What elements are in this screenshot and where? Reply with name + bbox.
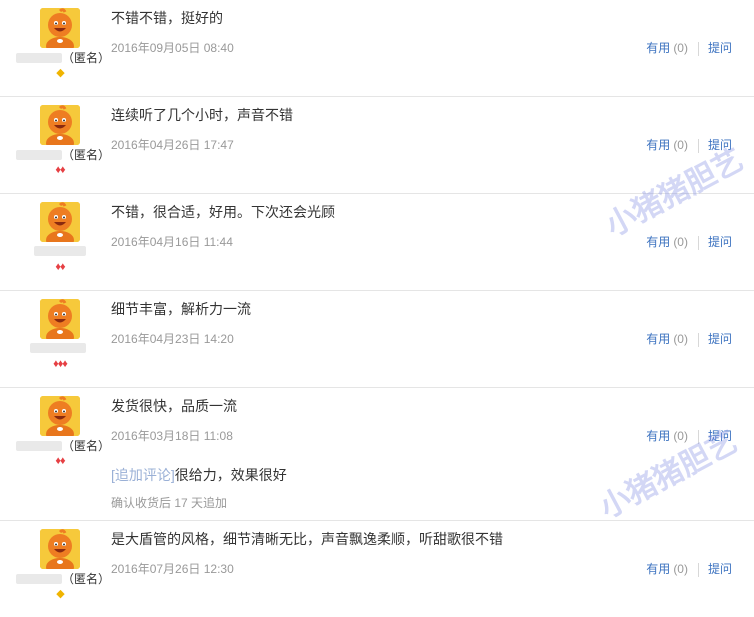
divider — [697, 332, 699, 347]
review-actions: 有用 (0) 提问 — [646, 233, 732, 250]
review-item: ♦♦ 不错，很合适，好用。下次还会光顾 2016年04月16日 11:44 有用… — [0, 194, 754, 291]
ask-question-button[interactable]: 提问 — [708, 332, 732, 346]
member-level-badge: ♦♦ — [55, 455, 65, 467]
avatar[interactable] — [40, 396, 80, 436]
ask-question-button[interactable]: 提问 — [708, 429, 732, 443]
useful-count: (0) — [673, 429, 688, 443]
review-item: （匿名） ♦♦ 连续听了几个小时，声音不错 2016年04月26日 17:47 … — [0, 97, 754, 194]
reviewer-name: （匿名） — [16, 146, 110, 163]
masked-username — [16, 440, 62, 451]
review-text: 不错不错，挺好的 — [111, 10, 223, 26]
append-review-text: 很给力，效果很好 — [174, 467, 287, 483]
divider — [697, 138, 699, 153]
mascot-icon — [40, 529, 80, 569]
review-actions: 有用 (0) 提问 — [646, 39, 732, 56]
review-date: 2016年04月23日 14:20 — [111, 332, 234, 346]
review-text: 不错，很合适，好用。下次还会光顾 — [111, 204, 335, 220]
avatar[interactable] — [40, 202, 80, 242]
review-date: 2016年03月18日 11:08 — [111, 429, 233, 443]
mascot-icon — [40, 299, 80, 339]
mascot-icon — [40, 105, 80, 145]
member-level-badge: ◆ — [56, 67, 64, 79]
masked-username — [34, 245, 86, 256]
review-actions: 有用 (0) 提问 — [646, 136, 732, 153]
avatar[interactable] — [40, 299, 80, 339]
avatar[interactable] — [40, 105, 80, 145]
member-level-badge: ♦♦♦ — [53, 358, 68, 370]
reviewer-name — [30, 340, 120, 355]
masked-username — [16, 149, 62, 160]
useful-button[interactable]: 有用 — [646, 138, 670, 152]
useful-button[interactable]: 有用 — [646, 562, 670, 576]
review-text: 细节丰富，解析力一流 — [111, 301, 251, 317]
review-date: 2016年09月05日 08:40 — [111, 41, 234, 55]
useful-count: (0) — [673, 235, 688, 249]
review-text: 是大盾管的风格，细节清晰无比，声音飘逸柔顺，听甜歌很不错 — [111, 531, 503, 547]
review-date: 2016年04月16日 11:44 — [111, 235, 233, 249]
mascot-icon — [40, 396, 80, 436]
review-text: 发货很快，品质一流 — [111, 398, 237, 414]
member-level-badge: ♦♦ — [55, 261, 65, 273]
member-level-badge: ♦♦ — [55, 164, 65, 176]
useful-button[interactable]: 有用 — [646, 41, 670, 55]
useful-button[interactable]: 有用 — [646, 332, 670, 346]
review-actions: 有用 (0) 提问 — [646, 427, 732, 444]
useful-count: (0) — [673, 138, 688, 152]
useful-count: (0) — [673, 332, 688, 346]
avatar[interactable] — [40, 529, 80, 569]
review-date: 2016年07月26日 12:30 — [111, 562, 234, 576]
review-actions: 有用 (0) 提问 — [646, 330, 732, 347]
review-item: （匿名） ◆ 是大盾管的风格，细节清晰无比，声音飘逸柔顺，听甜歌很不错 2016… — [0, 521, 754, 617]
divider — [697, 562, 699, 577]
ask-question-button[interactable]: 提问 — [708, 138, 732, 152]
divider — [697, 235, 699, 250]
useful-count: (0) — [673, 41, 688, 55]
review-text: 连续听了几个小时，声音不错 — [111, 107, 293, 123]
reviewer-name: （匿名） — [16, 437, 110, 454]
review-list: （匿名） ◆ 不错不错，挺好的 2016年09月05日 08:40 有用 (0) 提… — [0, 0, 754, 617]
useful-button[interactable]: 有用 — [646, 235, 670, 249]
append-review-tag: [追加评论] — [111, 467, 175, 483]
member-level-badge: ◆ — [56, 588, 64, 600]
review-item: （匿名） ◆ 不错不错，挺好的 2016年09月05日 08:40 有用 (0) 提… — [0, 0, 754, 97]
ask-question-button[interactable]: 提问 — [708, 41, 732, 55]
ask-question-button[interactable]: 提问 — [708, 235, 732, 249]
reviewer-name: （匿名） — [16, 49, 110, 66]
useful-button[interactable]: 有用 — [646, 429, 670, 443]
append-review: [追加评论]很给力，效果很好 — [111, 465, 287, 485]
useful-count: (0) — [673, 562, 688, 576]
masked-username — [16, 52, 62, 63]
review-actions: 有用 (0) 提问 — [646, 560, 732, 577]
avatar[interactable] — [40, 8, 80, 48]
mascot-icon — [40, 202, 80, 242]
review-date: 2016年04月26日 17:47 — [111, 138, 234, 152]
ask-question-button[interactable]: 提问 — [708, 562, 732, 576]
append-review-note: 确认收货后 17 天追加 — [111, 496, 228, 510]
review-item: ♦♦♦ 细节丰富，解析力一流 2016年04月23日 14:20 有用 (0) 提问 — [0, 291, 754, 388]
reviewer-name: （匿名） — [16, 570, 110, 587]
divider — [697, 41, 699, 56]
masked-username — [30, 342, 86, 353]
masked-username — [16, 573, 62, 584]
mascot-icon — [40, 8, 80, 48]
divider — [697, 429, 699, 444]
review-item: （匿名） ♦♦ 发货很快，品质一流 2016年03月18日 11:08 有用 (0… — [0, 388, 754, 521]
